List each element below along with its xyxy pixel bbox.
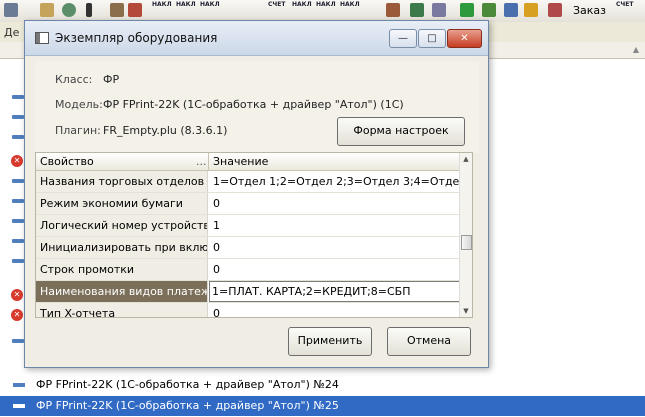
pin-icon[interactable] [86, 3, 92, 17]
grid-icon[interactable] [432, 3, 446, 17]
dollar-icon[interactable] [460, 3, 474, 17]
list-item-label: ФР FPrint-22K (1С-обработка + драйвер "А… [36, 378, 339, 391]
scroll-down-arrow-icon[interactable]: ▼ [460, 305, 472, 317]
class-label: Класс: [55, 73, 93, 86]
row-marker-icon [13, 404, 25, 408]
row-marker-icon [12, 95, 24, 99]
plugin-label: Плагин: [55, 124, 101, 137]
property-value[interactable]: 0 [209, 193, 459, 214]
column-resize-dots[interactable]: ... [196, 153, 207, 170]
plugin-value: FR_Empty.plu (8.3.6.1) [103, 124, 228, 137]
grid-scrollbar[interactable]: ▲ ▼ [459, 153, 472, 317]
order-button[interactable]: Заказ [573, 0, 606, 22]
property-value[interactable]: 0 [209, 303, 459, 317]
row-marker-icon [12, 135, 24, 139]
pencil-icon[interactable] [40, 3, 54, 17]
property-name: Названия торговых отделов [36, 171, 208, 192]
list-item[interactable]: ФР FPrint-22K (1С-обработка + драйвер "А… [0, 396, 645, 416]
dialog-title: Экземпляр оборудования [55, 31, 218, 45]
row-marker-icon [12, 259, 24, 263]
class-value: ФР [103, 73, 120, 86]
row-marker-icon [12, 115, 24, 119]
cancel-button[interactable]: Отмена [387, 327, 471, 356]
row-marker-icon [12, 199, 24, 203]
property-row[interactable]: Строк промотки 0 [36, 259, 459, 281]
row-marker-icon [12, 339, 24, 343]
building-icon[interactable] [386, 3, 400, 17]
model-label: Модель: [55, 98, 103, 111]
row-marker-icon [12, 219, 24, 223]
error-icon: ✕ [11, 155, 23, 167]
car-icon[interactable] [4, 3, 18, 17]
property-value-input[interactable] [209, 281, 461, 302]
toolbar-mini-label[interactable]: НАКЛ [340, 1, 360, 8]
property-row[interactable]: Названия торговых отделов 1=Отдел 1;2=От… [36, 171, 459, 193]
error-icon: ✕ [11, 309, 23, 321]
property-name: Тип X-отчета [36, 303, 208, 317]
tree-icon[interactable] [482, 3, 496, 17]
error-icon: ✕ [11, 289, 23, 301]
toolbar-mini-label[interactable]: НАКЛ [316, 1, 336, 8]
users-icon[interactable] [504, 3, 518, 17]
maximize-button[interactable]: □ [418, 29, 446, 48]
property-value[interactable]: 1=Отдел 1;2=Отдел 2;3=Отдел 3;4=Отдел 4;… [209, 171, 459, 192]
shuffle-icon[interactable] [548, 3, 562, 17]
property-name: Логический номер устройства [36, 215, 208, 236]
toolbar-mini-label[interactable]: НАКЛ [152, 1, 172, 8]
apply-button[interactable]: Применить [288, 327, 372, 356]
settings-form-button[interactable]: Форма настроек [337, 117, 465, 146]
property-name: Строк промотки [36, 259, 208, 280]
property-row[interactable]: Тип X-отчета 0 [36, 303, 459, 317]
property-value[interactable]: 0 [209, 237, 459, 258]
house-icon[interactable] [410, 3, 424, 17]
property-row[interactable]: Логический номер устройства 1 [36, 215, 459, 237]
tools-icon[interactable] [110, 3, 124, 17]
tab-label[interactable]: Де [4, 22, 19, 44]
toolbar-mini-label[interactable]: НАКЛ [200, 1, 220, 8]
add-icon[interactable] [524, 3, 538, 17]
property-row[interactable]: Инициализировать при включении 0 [36, 237, 459, 259]
toolbar-mini-label[interactable]: СЧЕТ [268, 1, 285, 8]
equipment-instance-dialog: Экземпляр оборудования — □ ✕ Класс: ФР М… [24, 20, 489, 368]
property-row-active[interactable]: Наименования видов платежей [36, 281, 461, 303]
row-marker-icon [12, 239, 24, 243]
dialog-titlebar[interactable]: Экземпляр оборудования — □ ✕ [25, 21, 488, 56]
toolbar-mini-label[interactable]: НАКЛ [176, 1, 196, 8]
scroll-up-arrow-icon[interactable]: ▲ [460, 153, 472, 165]
column-header-property[interactable]: Свойство [36, 153, 94, 170]
list-item-label: ФР FPrint-22K (1С-обработка + драйвер "А… [36, 399, 339, 412]
property-value[interactable]: 0 [209, 259, 459, 280]
scrollbar-thumb[interactable] [461, 235, 472, 250]
model-value: ФР FPrint-22K (1С-обработка + драйвер "А… [103, 98, 404, 111]
sort-arrow-icon[interactable]: ▲ [633, 45, 639, 54]
property-value[interactable]: 1 [209, 215, 459, 236]
toolbar-mini-label[interactable]: НАКЛ [292, 1, 312, 8]
grid-header: Свойство ... Значение [36, 153, 459, 171]
window-icon [35, 32, 49, 44]
row-marker-icon [12, 179, 24, 183]
close-button[interactable]: ✕ [447, 29, 482, 48]
properties-grid: Свойство ... Значение Названия торговых … [35, 152, 473, 318]
property-name: Наименования видов платежей [36, 281, 208, 302]
column-header-value[interactable]: Значение [209, 153, 268, 170]
globe-icon[interactable] [62, 3, 76, 17]
row-marker-icon [13, 383, 25, 387]
hammer-icon[interactable] [128, 3, 142, 17]
toolbar-mini-label[interactable]: СЧЕТ [616, 1, 633, 8]
list-item[interactable]: ФР FPrint-22K (1С-обработка + драйвер "А… [0, 375, 645, 395]
minimize-button[interactable]: — [389, 29, 417, 48]
property-row[interactable]: Режим экономии бумаги 0 [36, 193, 459, 215]
property-name: Инициализировать при включении [36, 237, 208, 258]
property-name: Режим экономии бумаги [36, 193, 208, 214]
